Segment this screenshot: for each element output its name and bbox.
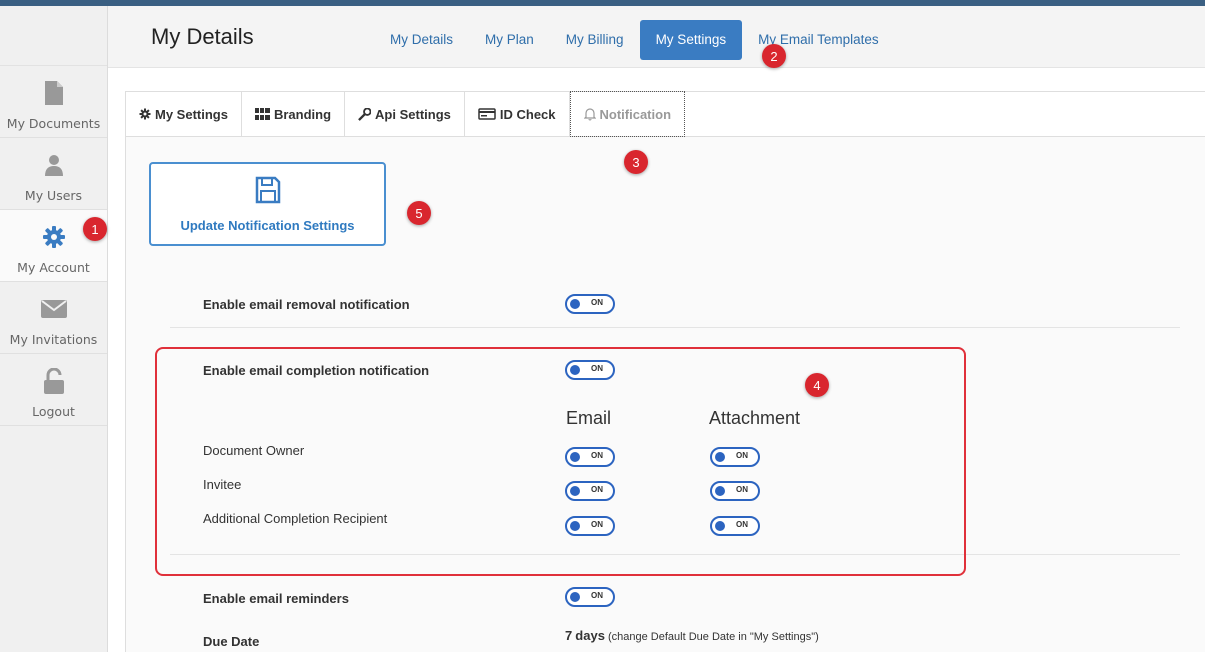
divider bbox=[170, 327, 1180, 328]
removal-notification-toggle[interactable]: ON bbox=[565, 294, 615, 314]
reminders-toggle[interactable]: ON bbox=[565, 587, 615, 607]
tab-branding[interactable]: Branding bbox=[242, 92, 346, 136]
toggle-state: ON bbox=[591, 591, 603, 600]
envelope-icon bbox=[40, 296, 67, 322]
unlock-icon bbox=[41, 368, 67, 394]
sidebar-item-my-documents[interactable]: My Documents bbox=[0, 66, 107, 138]
tab-id-check[interactable]: ID Check bbox=[465, 92, 570, 136]
annotation-badge-3: 3 bbox=[624, 150, 648, 174]
sidebar-item-label: My Users bbox=[24, 188, 83, 203]
removal-notification-label: Enable email removal notification bbox=[203, 297, 410, 312]
due-date-value: 7 days (change Default Due Date in "My S… bbox=[565, 628, 819, 643]
nav-my-plan[interactable]: My Plan bbox=[469, 20, 550, 60]
tab-label: ID Check bbox=[499, 106, 556, 122]
update-button-label: Update Notification Settings bbox=[180, 217, 355, 233]
bell-icon bbox=[583, 107, 596, 121]
due-date-note: (change Default Due Date in "My Settings… bbox=[608, 631, 819, 643]
gear-icon bbox=[139, 108, 151, 120]
sidebar-item-label: My Documents bbox=[6, 116, 101, 131]
nav-my-billing[interactable]: My Billing bbox=[550, 20, 640, 60]
document-icon bbox=[41, 80, 67, 106]
sidebar-top bbox=[0, 6, 107, 66]
reminders-label: Enable email reminders bbox=[203, 591, 349, 606]
sidebar: My Documents My Users My Account My Invi… bbox=[0, 6, 108, 652]
top-nav: My Details My Plan My Billing My Setting… bbox=[374, 20, 895, 60]
toggle-knob bbox=[570, 592, 580, 602]
tab-notification[interactable]: Notification bbox=[569, 91, 686, 137]
tab-my-settings[interactable]: My Settings bbox=[126, 92, 242, 136]
floppy-disk-icon bbox=[255, 176, 281, 208]
nav-my-settings[interactable]: My Settings bbox=[639, 20, 743, 60]
annotation-badge-4: 4 bbox=[805, 373, 829, 397]
gear-icon bbox=[41, 224, 67, 250]
tab-label: My Settings bbox=[155, 106, 228, 122]
sidebar-item-label: My Account bbox=[17, 260, 90, 275]
toggle-knob bbox=[570, 299, 580, 309]
nav-my-details[interactable]: My Details bbox=[374, 20, 469, 60]
annotation-badge-5: 5 bbox=[407, 201, 431, 225]
annotation-box bbox=[155, 347, 966, 576]
update-notification-settings-button[interactable]: Update Notification Settings bbox=[149, 162, 386, 246]
page-title: My Details bbox=[151, 24, 254, 49]
sidebar-item-label: My Invitations bbox=[9, 332, 98, 347]
due-date-label: Due Date bbox=[203, 634, 260, 649]
id-card-icon bbox=[478, 108, 496, 120]
toggle-state: ON bbox=[591, 298, 603, 307]
sidebar-item-label: Logout bbox=[32, 404, 75, 419]
tab-api-settings[interactable]: Api Settings bbox=[345, 92, 465, 136]
due-date-number: 7 bbox=[565, 628, 573, 643]
sidebar-item-my-invitations[interactable]: My Invitations bbox=[0, 282, 107, 354]
tab-label: Notification bbox=[599, 106, 672, 122]
wrench-icon bbox=[358, 107, 372, 121]
annotation-badge-1: 1 bbox=[83, 217, 107, 241]
user-icon bbox=[41, 152, 67, 178]
tab-label: Branding bbox=[273, 106, 332, 122]
due-date-unit: days bbox=[575, 628, 605, 643]
sidebar-item-my-users[interactable]: My Users bbox=[0, 138, 107, 210]
settings-tabbar: My Settings Branding Api Settings ID Che… bbox=[125, 91, 1205, 137]
sidebar-item-logout[interactable]: Logout bbox=[0, 354, 107, 426]
tab-label: Api Settings bbox=[375, 106, 451, 122]
header: My Details My Details My Plan My Billing… bbox=[108, 6, 1205, 68]
annotation-badge-2: 2 bbox=[762, 44, 786, 68]
grid-icon bbox=[254, 108, 270, 120]
